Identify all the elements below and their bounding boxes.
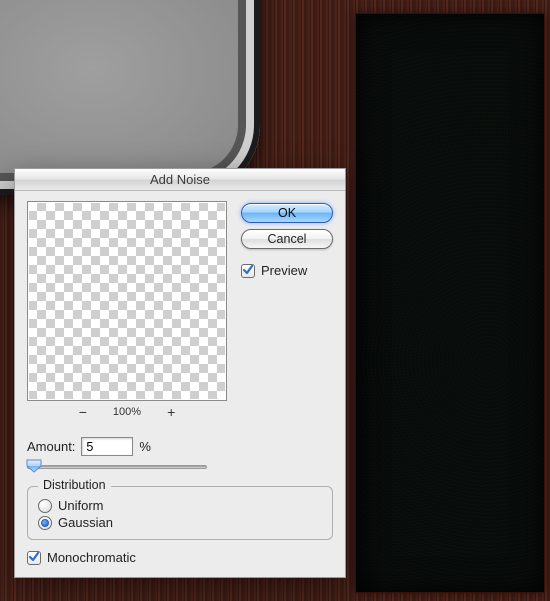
slider-track bbox=[27, 465, 207, 469]
monochromatic-row: Monochromatic bbox=[27, 550, 333, 565]
check-icon bbox=[28, 551, 40, 563]
dialog-body: − 100% + OK Cancel Preview bbox=[15, 191, 345, 577]
radio-uniform-row: Uniform bbox=[38, 497, 322, 514]
zoom-level-label: 100% bbox=[113, 406, 141, 418]
preview-checkbox-label: Preview bbox=[261, 263, 307, 278]
controls-column: OK Cancel Preview bbox=[241, 201, 333, 278]
radio-gaussian-label: Gaussian bbox=[58, 515, 113, 530]
zoom-out-button[interactable]: − bbox=[79, 405, 87, 419]
preview-column: − 100% + bbox=[27, 201, 227, 419]
stage: Add Noise − 100% + OK Cancel bbox=[0, 0, 550, 601]
slider-thumb[interactable] bbox=[26, 459, 42, 473]
preview-canvas[interactable] bbox=[27, 201, 227, 401]
add-noise-dialog: Add Noise − 100% + OK Cancel bbox=[14, 168, 346, 578]
ok-button[interactable]: OK bbox=[241, 203, 333, 223]
top-row: − 100% + OK Cancel Preview bbox=[27, 201, 333, 419]
slider-thumb-icon bbox=[26, 459, 42, 473]
radio-uniform[interactable] bbox=[38, 499, 52, 513]
check-icon bbox=[242, 264, 254, 276]
amount-input[interactable] bbox=[81, 437, 133, 456]
radio-uniform-label: Uniform bbox=[58, 498, 104, 513]
distribution-legend: Distribution bbox=[38, 478, 111, 492]
cancel-button[interactable]: Cancel bbox=[241, 229, 333, 249]
distribution-fieldset: Distribution Uniform Gaussian bbox=[27, 486, 333, 540]
radio-gaussian[interactable] bbox=[38, 516, 52, 530]
monochromatic-checkbox[interactable] bbox=[27, 551, 41, 565]
radio-gaussian-row: Gaussian bbox=[38, 514, 322, 531]
zoom-in-button[interactable]: + bbox=[167, 405, 175, 419]
gray-panel bbox=[0, 0, 260, 195]
preview-checkbox[interactable] bbox=[241, 264, 255, 278]
black-noise-panel bbox=[355, 13, 545, 593]
amount-unit: % bbox=[139, 439, 151, 454]
amount-slider[interactable] bbox=[27, 458, 207, 474]
amount-row: Amount: % bbox=[27, 437, 333, 456]
amount-label: Amount: bbox=[27, 439, 75, 454]
monochromatic-label: Monochromatic bbox=[47, 550, 136, 565]
preview-checkbox-row: Preview bbox=[241, 263, 333, 278]
dialog-title: Add Noise bbox=[15, 169, 345, 191]
zoom-row: − 100% + bbox=[27, 401, 227, 419]
